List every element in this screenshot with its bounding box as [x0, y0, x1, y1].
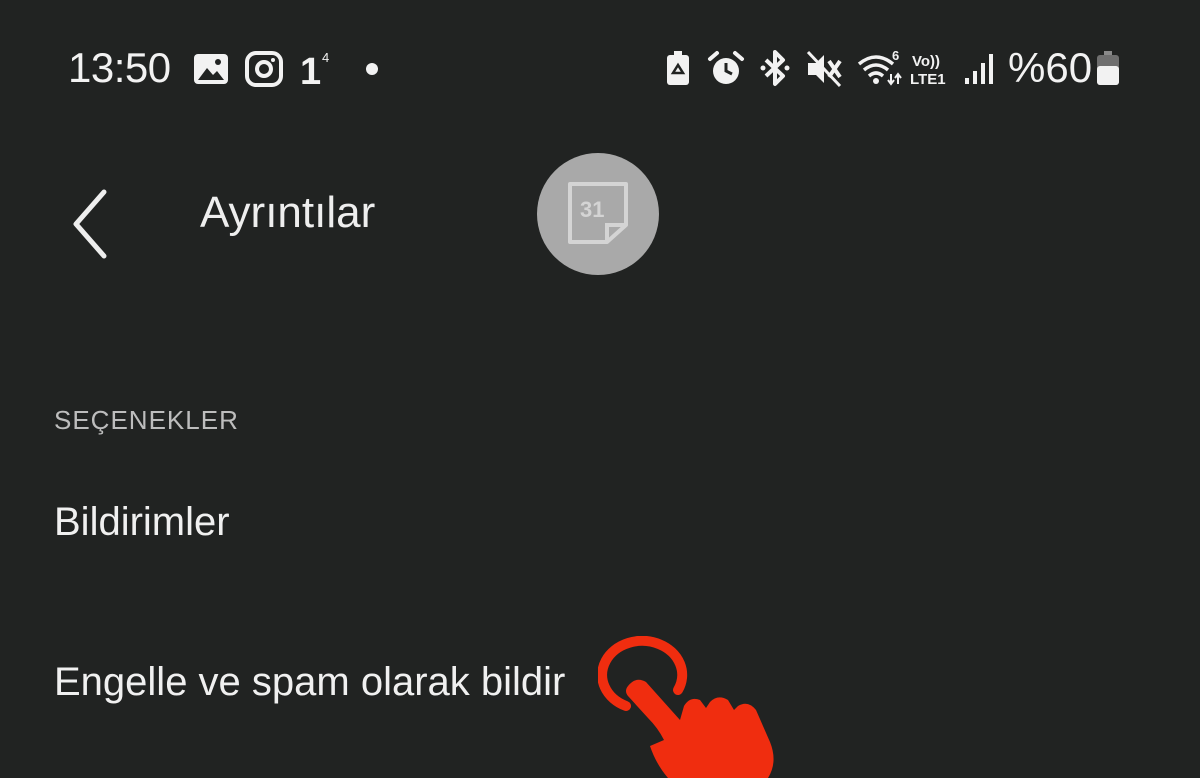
status-time: 13:50 — [68, 44, 171, 91]
avatar[interactable]: 31 — [537, 153, 659, 275]
wifi-superscript: 6 — [892, 48, 899, 63]
tap-hand-icon — [598, 636, 774, 778]
dot-icon — [366, 63, 378, 75]
battery-icon — [1097, 51, 1119, 85]
mute-icon — [806, 50, 842, 88]
section-title-options: SEÇENEKLER — [54, 405, 239, 435]
gallery-icon — [194, 54, 228, 84]
instagram-icon — [245, 51, 283, 87]
alarm-icon — [708, 51, 744, 84]
page-title: Ayrıntılar — [200, 188, 376, 237]
notification-count-icon: 1 4 — [300, 50, 329, 90]
signal-icon — [965, 54, 993, 84]
calendar-icon: 31 — [568, 182, 628, 244]
chevron-left-icon — [73, 189, 107, 259]
wifi-icon: 6 — [857, 48, 902, 86]
battery-saver-icon — [667, 51, 689, 85]
notifications-item[interactable]: Bildirimler — [54, 500, 230, 545]
volte-top-label: Vo)) — [912, 53, 940, 70]
notif-superscript: 4 — [322, 50, 329, 65]
bluetooth-icon — [760, 50, 790, 86]
volte-icon: Vo)) LTE1 — [910, 53, 946, 88]
status-bar: 13:50 1 4 6 Vo)) LTE1 %60 — [0, 0, 1200, 140]
app-header: Ayrıntılar 31 — [0, 140, 1200, 290]
battery-percent: %60 — [1008, 44, 1093, 91]
back-button[interactable] — [58, 180, 128, 260]
volte-bottom-label: LTE1 — [910, 71, 946, 88]
block-and-report-spam-item[interactable]: Engelle ve spam olarak bildir — [54, 660, 565, 705]
svg-text:1: 1 — [300, 51, 321, 90]
avatar-label: 31 — [580, 197, 604, 222]
